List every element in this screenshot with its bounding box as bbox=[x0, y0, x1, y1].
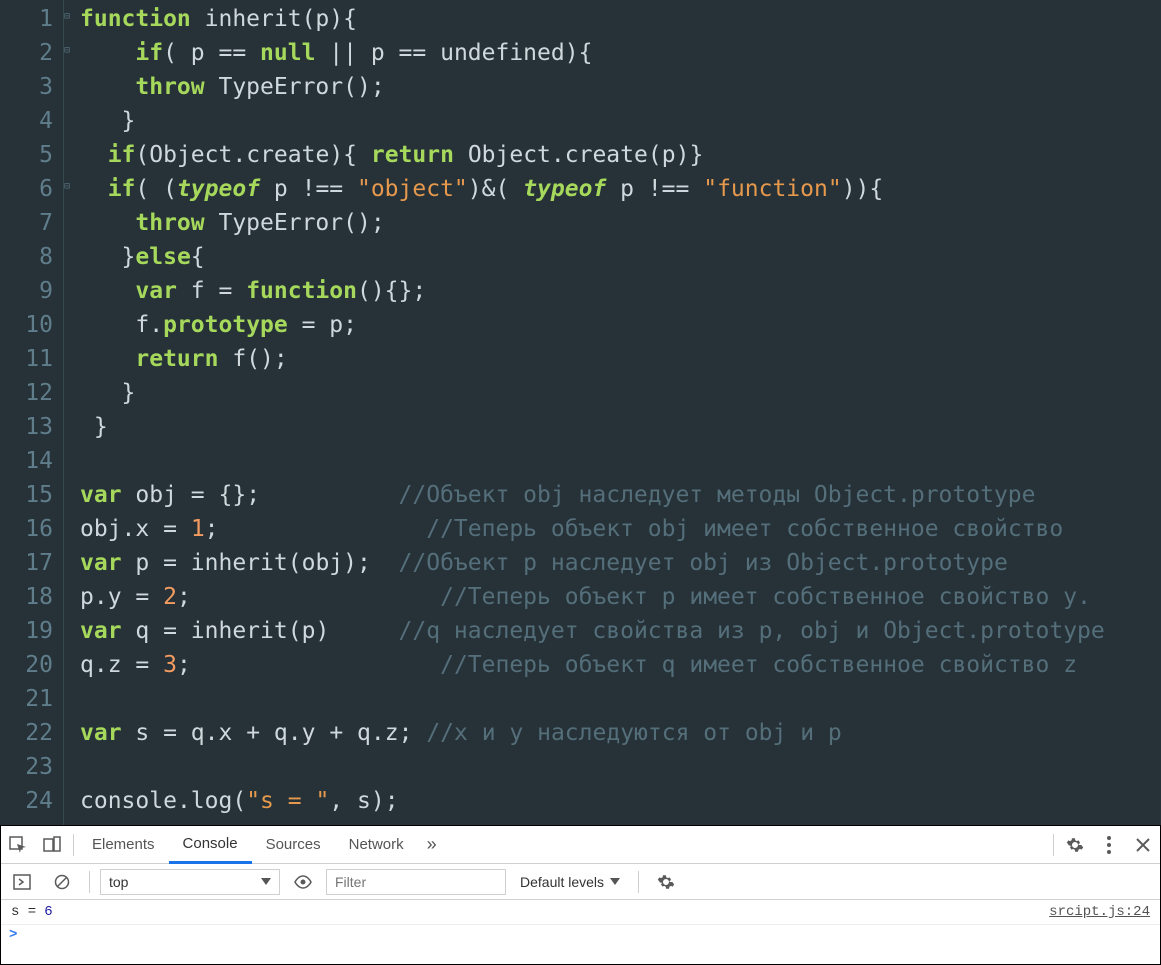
tab-elements[interactable]: Elements bbox=[78, 826, 169, 864]
gear-icon[interactable] bbox=[1058, 826, 1092, 864]
device-toolbar-icon[interactable] bbox=[35, 826, 69, 864]
code-line[interactable]: } bbox=[80, 376, 1161, 410]
code-line[interactable]: function inherit(p){ bbox=[80, 2, 1161, 36]
line-number: 16 bbox=[4, 512, 53, 546]
code-editor[interactable]: 123456789101112131415161718192021222324 … bbox=[0, 0, 1161, 825]
code-line[interactable]: } bbox=[80, 104, 1161, 138]
fold-marker-icon[interactable]: ⊟ bbox=[64, 12, 74, 22]
tabs-overflow-icon[interactable]: » bbox=[418, 834, 446, 855]
code-line[interactable]: var s = q.x + q.y + q.z; //x и y наследу… bbox=[80, 716, 1161, 750]
fold-marker-icon[interactable]: ⊟ bbox=[64, 46, 74, 56]
log-levels-selector[interactable]: Default levels bbox=[512, 874, 628, 890]
close-icon[interactable] bbox=[1126, 826, 1160, 864]
code-line[interactable]: } bbox=[80, 410, 1161, 444]
line-number: 14 bbox=[4, 444, 53, 478]
code-line[interactable]: f.prototype = p; bbox=[80, 308, 1161, 342]
tab-console[interactable]: Console bbox=[169, 826, 252, 864]
fold-marker-icon[interactable]: ⊟ bbox=[64, 182, 74, 192]
code-line[interactable] bbox=[80, 750, 1161, 784]
code-area[interactable]: function inherit(p){ if( p == null || p … bbox=[64, 0, 1161, 818]
line-number: 22 bbox=[4, 716, 53, 750]
code-line[interactable]: if( (typeof p !== "object")&( typeof p !… bbox=[80, 172, 1161, 206]
live-expression-icon[interactable] bbox=[286, 863, 320, 901]
log-source-link[interactable]: srcipt.js:24 bbox=[1049, 904, 1150, 920]
tab-network[interactable]: Network bbox=[335, 826, 418, 864]
code-line[interactable]: var f = function(){}; bbox=[80, 274, 1161, 308]
line-number: 19 bbox=[4, 614, 53, 648]
line-number: 24 bbox=[4, 784, 53, 818]
execution-context-label: top bbox=[109, 874, 128, 890]
clear-console-icon[interactable] bbox=[45, 863, 79, 901]
code-line[interactable]: console.log("s = ", s); bbox=[80, 784, 1161, 818]
log-levels-label: Default levels bbox=[520, 874, 604, 890]
line-number: 3 bbox=[4, 70, 53, 104]
line-number: 4 bbox=[4, 104, 53, 138]
console-settings-gear-icon[interactable] bbox=[649, 863, 683, 901]
line-number: 21 bbox=[4, 682, 53, 716]
chevron-down-icon bbox=[261, 878, 271, 885]
code-line[interactable]: var q = inherit(p) //q наследует свойств… bbox=[80, 614, 1161, 648]
line-number: 15 bbox=[4, 478, 53, 512]
line-number: 11 bbox=[4, 342, 53, 376]
console-toolbar: top Default levels bbox=[1, 864, 1160, 900]
code-line[interactable]: p.y = 2; //Теперь объект p имеет собстве… bbox=[80, 580, 1161, 614]
line-number: 13 bbox=[4, 410, 53, 444]
code-line[interactable]: if(Object.create){ return Object.create(… bbox=[80, 138, 1161, 172]
filter-input[interactable] bbox=[326, 869, 506, 895]
tab-sources[interactable]: Sources bbox=[252, 826, 335, 864]
code-line[interactable]: throw TypeError(); bbox=[80, 70, 1161, 104]
code-line[interactable]: return f(); bbox=[80, 342, 1161, 376]
code-line[interactable]: var obj = {}; //Объект obj наследует мет… bbox=[80, 478, 1161, 512]
kebab-menu-icon[interactable] bbox=[1092, 826, 1126, 864]
log-label: s = bbox=[11, 904, 36, 920]
code-line[interactable]: obj.x = 1; //Теперь объект obj имеет соб… bbox=[80, 512, 1161, 546]
code-line[interactable] bbox=[80, 682, 1161, 716]
code-line[interactable]: if( p == null || p == undefined){ bbox=[80, 36, 1161, 70]
devtools-panel: Elements Console Sources Network » top bbox=[0, 825, 1161, 965]
inspect-element-icon[interactable] bbox=[1, 826, 35, 864]
console-log-row: s = 6 srcipt.js:24 bbox=[1, 900, 1160, 925]
line-number: 6 bbox=[4, 172, 53, 206]
chevron-down-icon bbox=[610, 878, 620, 885]
line-number: 12 bbox=[4, 376, 53, 410]
line-number: 1 bbox=[4, 2, 53, 36]
fold-column: ⊟ ⊟ ⊟ bbox=[64, 0, 78, 825]
code-line[interactable]: var p = inherit(obj); //Объект p наследу… bbox=[80, 546, 1161, 580]
line-number: 17 bbox=[4, 546, 53, 580]
devtools-tab-bar: Elements Console Sources Network » bbox=[1, 826, 1160, 864]
log-value: 6 bbox=[44, 904, 52, 920]
line-number: 8 bbox=[4, 240, 53, 274]
code-line[interactable] bbox=[80, 444, 1161, 478]
line-number: 20 bbox=[4, 648, 53, 682]
code-line[interactable]: q.z = 3; //Теперь объект q имеет собстве… bbox=[80, 648, 1161, 682]
line-number: 18 bbox=[4, 580, 53, 614]
line-number: 23 bbox=[4, 750, 53, 784]
line-number: 5 bbox=[4, 138, 53, 172]
line-number: 10 bbox=[4, 308, 53, 342]
code-line[interactable]: throw TypeError(); bbox=[80, 206, 1161, 240]
console-prompt[interactable]: > bbox=[1, 925, 1160, 945]
execution-context-selector[interactable]: top bbox=[100, 869, 280, 895]
line-number: 7 bbox=[4, 206, 53, 240]
line-number-gutter: 123456789101112131415161718192021222324 bbox=[0, 0, 64, 825]
console-output[interactable]: s = 6 srcipt.js:24 > bbox=[1, 900, 1160, 964]
line-number: 9 bbox=[4, 274, 53, 308]
line-number: 2 bbox=[4, 36, 53, 70]
code-line[interactable]: }else{ bbox=[80, 240, 1161, 274]
console-sidebar-toggle-icon[interactable] bbox=[5, 863, 39, 901]
